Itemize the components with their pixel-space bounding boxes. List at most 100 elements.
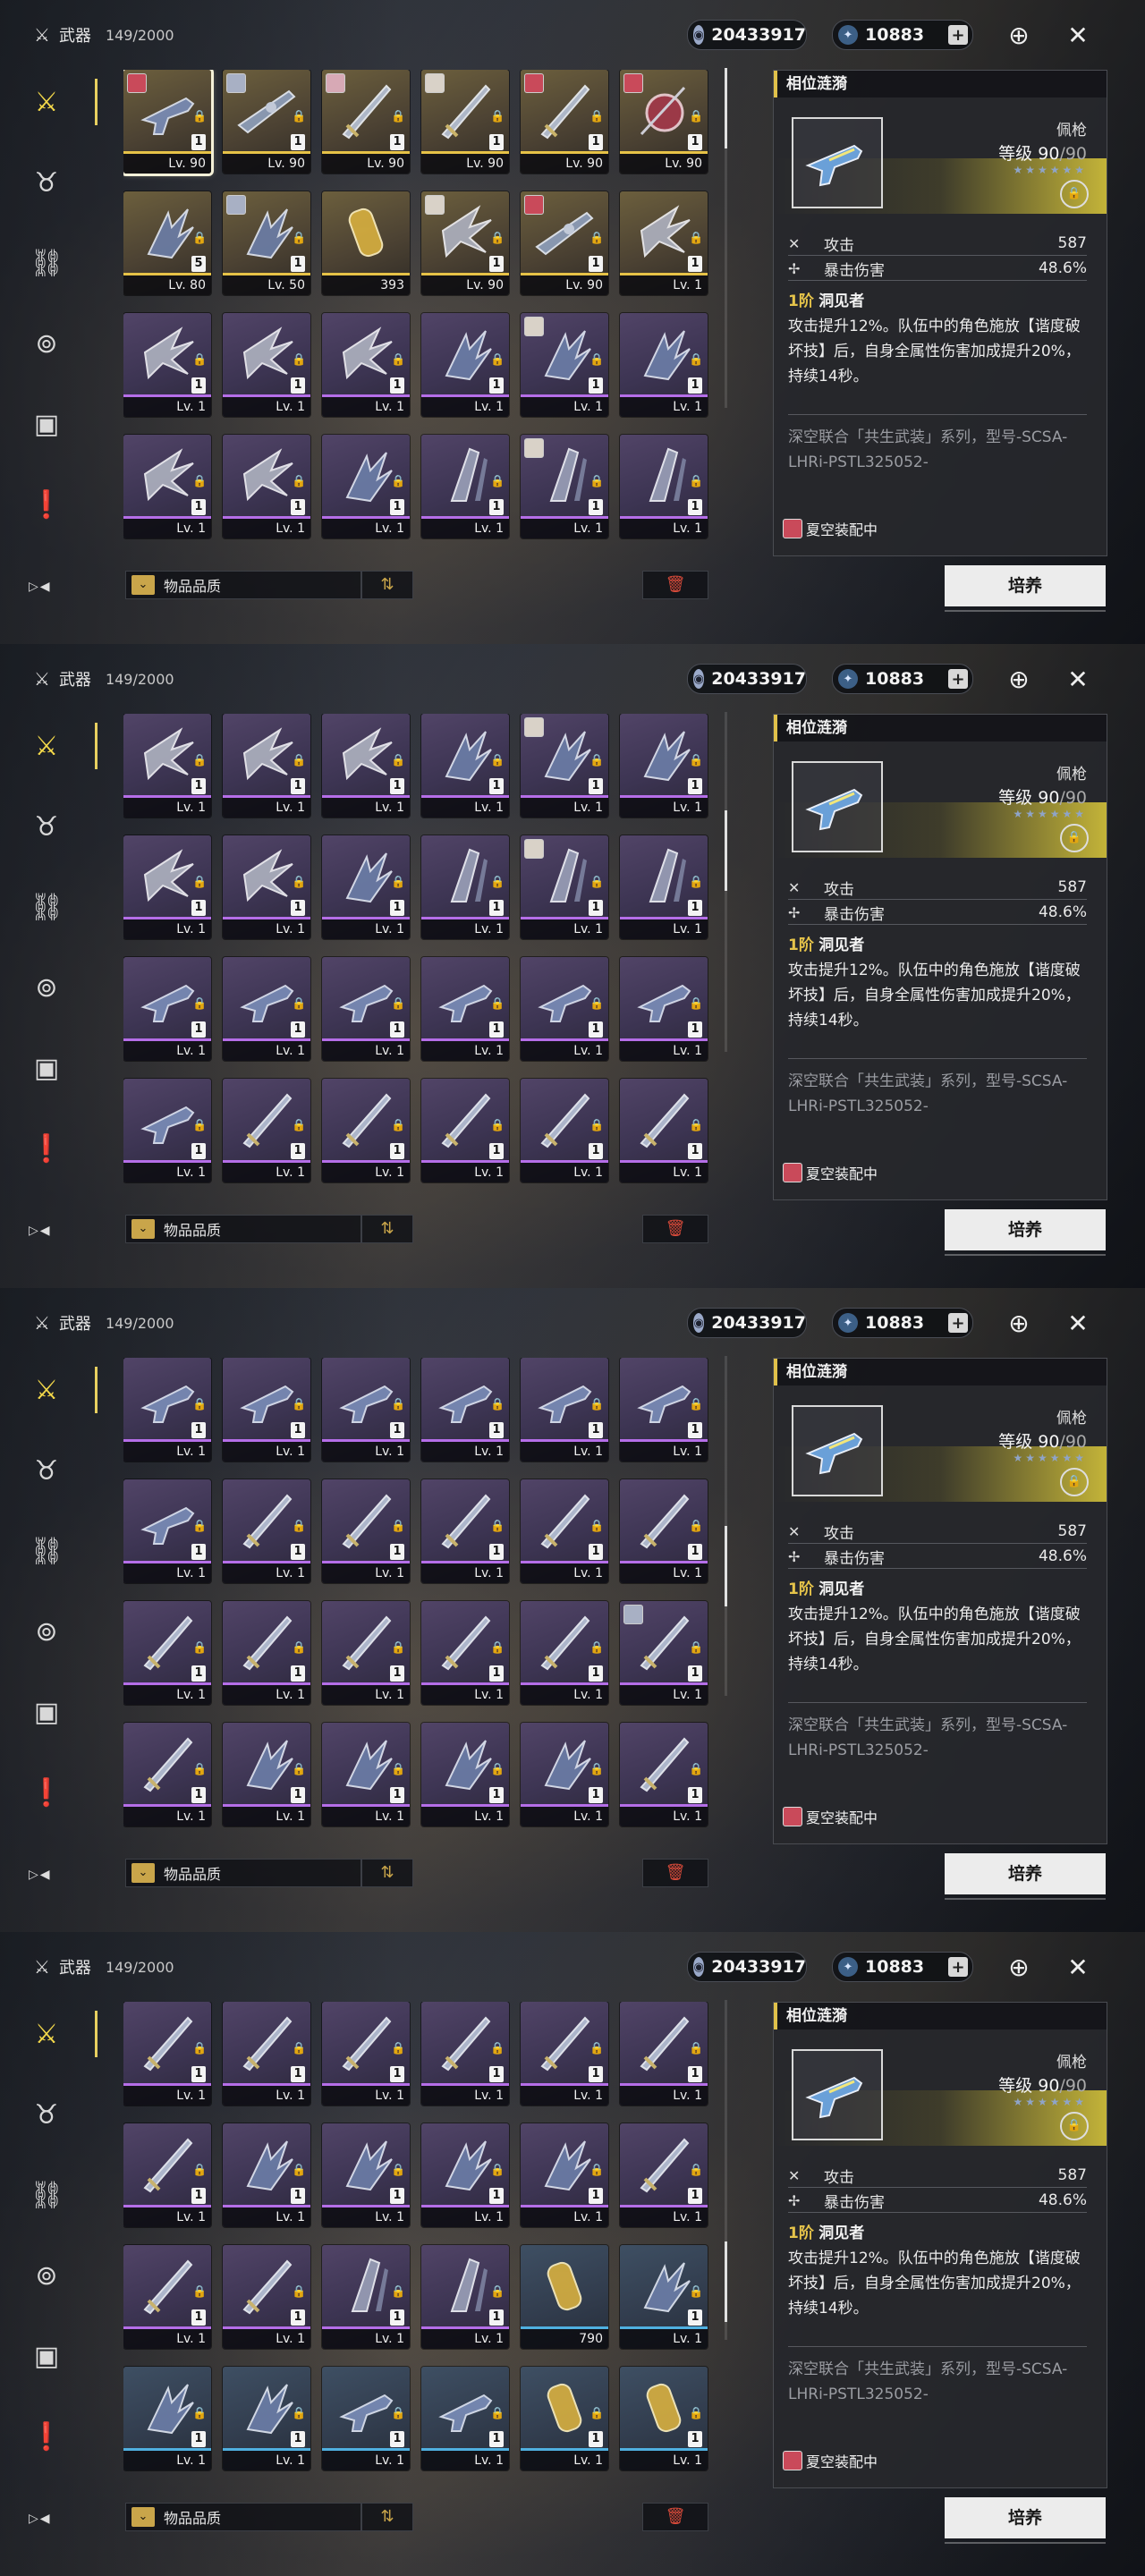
lock-toggle-icon[interactable]: 🔒 [1060, 2112, 1089, 2140]
sidebar-box-icon[interactable]: ▣ [25, 1690, 68, 1733]
weapon-tile[interactable]: 🔒 Lv. 1 1 [322, 435, 410, 538]
sidebar-chip-icon[interactable]: ⊚ [25, 322, 68, 365]
weapon-tile[interactable]: 🔒 Lv. 1 1 [322, 1723, 410, 1826]
sort-dropdown[interactable]: ⌄ 物品品质 [125, 2503, 361, 2531]
sidebar-mask-icon[interactable]: ♉ [25, 161, 68, 204]
weapon-tile[interactable]: 🔒 Lv. 1 1 [123, 2367, 211, 2470]
sidebar-mask-icon[interactable]: ♉ [25, 805, 68, 848]
weapon-tile[interactable]: 🔒 Lv. 1 1 [521, 2123, 608, 2227]
weapon-tile[interactable]: 🔒 Lv. 1 1 [421, 435, 509, 538]
weapon-tile[interactable]: 🔒 Lv. 1 1 [421, 835, 509, 939]
sidebar-notice-icon[interactable]: ❗ [25, 483, 68, 526]
weapon-tile[interactable]: 🔒 Lv. 1 1 [322, 2123, 410, 2227]
weapon-tile[interactable]: 🔒 Lv. 1 1 [223, 435, 310, 538]
weapon-tile[interactable]: 🔒 Lv. 1 1 [421, 2123, 509, 2227]
weapon-tile[interactable]: 🔒 Lv. 1 1 [620, 1723, 708, 1826]
weapon-tile[interactable]: 🔒 Lv. 1 1 [421, 1601, 509, 1705]
sidebar-weapons-icon[interactable]: ⚔ [25, 724, 68, 767]
weapon-tile[interactable]: 🔒 Lv. 1 1 [223, 313, 310, 417]
weapon-tile[interactable]: 🔒 Lv. 1 1 [421, 957, 509, 1061]
sidebar-collapse-icon[interactable]: ▷◀ [29, 1224, 52, 1238]
sort-order-button[interactable]: ⇅ [361, 2503, 413, 2531]
crosshair-icon[interactable]: ⊕ [1002, 1306, 1036, 1340]
add-currency-button[interactable]: + [948, 25, 968, 45]
weapon-tile[interactable]: 🔒 Lv. 90 1 [322, 70, 410, 174]
sort-dropdown[interactable]: ⌄ 物品品质 [125, 1859, 361, 1887]
weapon-tile[interactable]: 🔒 Lv. 1 1 [421, 2002, 509, 2106]
weapon-tile[interactable]: 🔒 Lv. 1 1 [123, 957, 211, 1061]
delete-button[interactable]: 🗑 [642, 2503, 708, 2531]
crosshair-icon[interactable]: ⊕ [1002, 18, 1036, 52]
delete-button[interactable]: 🗑 [642, 1859, 708, 1887]
weapon-tile[interactable]: 🔒 Lv. 1 1 [123, 2002, 211, 2106]
weapon-tile[interactable]: 🔒 Lv. 1 1 [322, 2002, 410, 2106]
sort-order-button[interactable]: ⇅ [361, 1859, 413, 1887]
weapon-tile[interactable]: 🔒 Lv. 1 1 [521, 2002, 608, 2106]
weapon-tile[interactable]: 🔒 Lv. 1 1 [322, 2245, 410, 2349]
weapon-tile[interactable]: 🔒 Lv. 1 1 [421, 1079, 509, 1182]
weapon-tile[interactable]: 🔒 Lv. 1 1 [322, 957, 410, 1061]
sidebar-weapons-icon[interactable]: ⚔ [25, 1368, 68, 1411]
cultivate-button[interactable]: 培养 [945, 1209, 1106, 1256]
close-swords-icon[interactable]: ✕ [1061, 662, 1095, 696]
weapon-tile[interactable]: 🔒 Lv. 1 1 [620, 2245, 708, 2349]
weapon-tile[interactable]: 🔒 Lv. 1 1 [521, 957, 608, 1061]
close-swords-icon[interactable]: ✕ [1061, 1950, 1095, 1984]
weapon-tile[interactable]: 🔒 Lv. 1 1 [123, 1723, 211, 1826]
sidebar-collapse-icon[interactable]: ▷◀ [29, 1868, 52, 1882]
weapon-tile[interactable]: 🔒 Lv. 1 1 [620, 313, 708, 417]
weapon-tile[interactable]: 🔒 Lv. 1 1 [123, 714, 211, 818]
add-currency-button[interactable]: + [948, 669, 968, 689]
scrollbar-thumb[interactable] [725, 1526, 727, 1606]
sidebar-mask-icon[interactable]: ♉ [25, 2093, 68, 2136]
sidebar-box-icon[interactable]: ▣ [25, 1046, 68, 1089]
weapon-tile[interactable]: 790 [521, 2245, 608, 2349]
weapon-tile[interactable]: 🔒 Lv. 90 1 [521, 70, 608, 174]
weapon-tile[interactable]: 🔒 Lv. 50 1 [223, 191, 310, 295]
sidebar-chip-icon[interactable]: ⊚ [25, 966, 68, 1009]
weapon-tile[interactable]: 🔒 Lv. 1 1 [123, 1601, 211, 1705]
scrollbar-thumb[interactable] [725, 810, 727, 891]
weapon-tile[interactable]: 🔒 Lv. 1 1 [620, 1358, 708, 1462]
grid-scrollbar[interactable] [725, 2000, 727, 2340]
weapon-tile[interactable]: 🔒 Lv. 90 1 [223, 70, 310, 174]
sidebar-notice-icon[interactable]: ❗ [25, 2415, 68, 2458]
sidebar-weapons-icon[interactable]: ⚔ [25, 80, 68, 123]
weapon-tile[interactable]: 🔒 Lv. 1 1 [620, 2002, 708, 2106]
weapon-tile[interactable]: 🔒 Lv. 1 1 [421, 313, 509, 417]
sidebar-box-icon[interactable]: ▣ [25, 402, 68, 445]
scrollbar-thumb[interactable] [725, 68, 727, 148]
weapon-tile[interactable]: 🔒 Lv. 80 5 [123, 191, 211, 295]
sidebar-collapse-icon[interactable]: ▷◀ [29, 2512, 52, 2526]
grid-scrollbar[interactable] [725, 1356, 727, 1696]
weapon-tile[interactable]: 🔒 Lv. 1 1 [223, 1358, 310, 1462]
weapon-tile[interactable]: 🔒 Lv. 1 1 [620, 714, 708, 818]
close-swords-icon[interactable]: ✕ [1061, 1306, 1095, 1340]
weapon-tile[interactable]: 🔒 Lv. 1 1 [123, 835, 211, 939]
weapon-tile[interactable]: 🔒 Lv. 1 1 [421, 1358, 509, 1462]
close-swords-icon[interactable]: ✕ [1061, 18, 1095, 52]
lock-toggle-icon[interactable]: 🔒 [1060, 1468, 1089, 1496]
sidebar-weapons-icon[interactable]: ⚔ [25, 2012, 68, 2055]
grid-scrollbar[interactable] [725, 68, 727, 408]
weapon-tile[interactable]: 🔒 Lv. 1 1 [620, 1079, 708, 1182]
weapon-tile[interactable]: 🔒 Lv. 1 1 [123, 313, 211, 417]
weapon-tile[interactable]: 🔒 Lv. 1 1 [223, 1079, 310, 1182]
sidebar-chip-icon[interactable]: ⊚ [25, 1610, 68, 1653]
sidebar-chip-icon[interactable]: ⊚ [25, 2254, 68, 2297]
weapon-tile[interactable]: 🔒 Lv. 1 1 [223, 835, 310, 939]
weapon-tile[interactable]: 🔒 Lv. 1 1 [223, 714, 310, 818]
weapon-tile[interactable]: 🔒 Lv. 1 1 [620, 835, 708, 939]
sidebar-mask-icon[interactable]: ♉ [25, 1449, 68, 1492]
weapon-tile[interactable]: 🔒 Lv. 1 1 [421, 1479, 509, 1583]
weapon-tile[interactable]: 🔒 Lv. 1 1 [620, 435, 708, 538]
crosshair-icon[interactable]: ⊕ [1002, 662, 1036, 696]
weapon-tile[interactable]: 🔒 Lv. 90 1 [521, 191, 608, 295]
sidebar-notice-icon[interactable]: ❗ [25, 1127, 68, 1170]
weapon-tile[interactable]: 🔒 Lv. 1 1 [421, 714, 509, 818]
scrollbar-thumb[interactable] [725, 2241, 727, 2322]
weapon-tile[interactable]: 🔒 Lv. 90 1 [620, 70, 708, 174]
weapon-tile[interactable]: 🔒 Lv. 1 1 [521, 313, 608, 417]
weapon-tile[interactable]: 🔒 Lv. 1 1 [620, 957, 708, 1061]
weapon-tile[interactable]: 🔒 Lv. 1 1 [223, 2123, 310, 2227]
